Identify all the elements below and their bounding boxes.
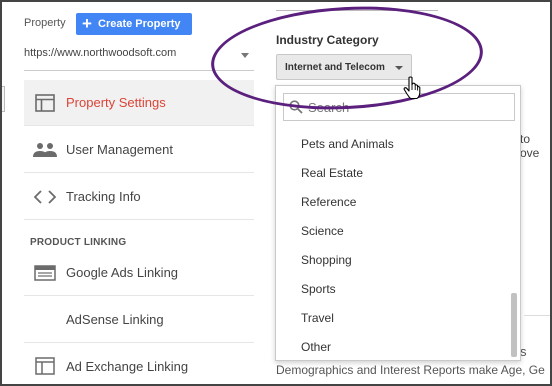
caret-down-icon	[395, 66, 403, 70]
nav-label: User Management	[66, 142, 173, 157]
property-selector[interactable]: https://www.northwoodsoft.com	[24, 47, 176, 59]
search-placeholder: Search	[308, 99, 350, 115]
property-selector-underline	[24, 70, 254, 71]
nav-item-ad-exchange-linking[interactable]: Ad Exchange Linking	[24, 343, 254, 386]
option-shopping[interactable]: Shopping	[276, 245, 510, 274]
option-reference[interactable]: Reference	[276, 187, 510, 216]
nav-label: Google Ads Linking	[66, 265, 179, 280]
industry-dropdown-menu: Search Pets and Animals Real Estate Refe…	[275, 85, 521, 361]
code-icon	[26, 189, 64, 204]
industry-category-label: Industry Category	[276, 33, 379, 47]
option-other[interactable]: Other	[276, 332, 510, 360]
collapse-handle[interactable]	[0, 86, 5, 112]
nav-item-google-ads-linking[interactable]: Google Ads Linking	[24, 250, 254, 296]
option-science[interactable]: Science	[276, 216, 510, 245]
product-linking-heading: PRODUCT LINKING	[30, 237, 127, 248]
field-underline	[276, 10, 438, 11]
create-property-button[interactable]: + Create Property	[76, 13, 192, 35]
plus-icon: +	[82, 14, 92, 33]
option-travel[interactable]: Travel	[276, 303, 510, 332]
nav-label: AdSense Linking	[66, 312, 164, 327]
option-sports[interactable]: Sports	[276, 274, 510, 303]
people-icon	[26, 142, 64, 158]
layout-icon	[26, 93, 64, 112]
option-pets-and-animals[interactable]: Pets and Animals	[276, 129, 510, 158]
admin-left-panel: Property + Create Property https://www.n…	[0, 0, 262, 386]
option-list: Pets and Animals Real Estate Reference S…	[276, 129, 510, 360]
create-property-label: Create Property	[98, 18, 181, 30]
option-real-estate[interactable]: Real Estate	[276, 158, 510, 187]
search-icon	[284, 100, 308, 114]
nav-item-user-management[interactable]: User Management	[24, 127, 254, 173]
exchange-icon	[26, 357, 64, 375]
property-label: Property	[24, 17, 66, 29]
nav-item-property-settings[interactable]: Property Settings	[24, 80, 254, 126]
industry-category-dropdown[interactable]: Internet and Telecom	[276, 54, 412, 80]
hand-cursor-icon	[403, 76, 421, 105]
demographics-description: Demographics and Interest Reports make A…	[276, 363, 545, 377]
search-input[interactable]: Search	[283, 93, 515, 121]
industry-selected-value: Internet and Telecom	[285, 61, 385, 73]
nav-label: Property Settings	[66, 95, 166, 110]
nav-label: Ad Exchange Linking	[66, 358, 189, 374]
scrollbar-thumb[interactable]	[511, 293, 517, 357]
divider	[524, 315, 552, 316]
background-text-cut: to ove	[520, 132, 540, 160]
nav-label: Tracking Info	[66, 189, 141, 204]
ads-panel-icon	[26, 264, 64, 281]
nav-item-adsense-linking[interactable]: AdSense Linking	[24, 297, 254, 343]
chevron-down-icon[interactable]	[241, 53, 249, 58]
nav-item-tracking-info[interactable]: Tracking Info	[24, 174, 254, 220]
